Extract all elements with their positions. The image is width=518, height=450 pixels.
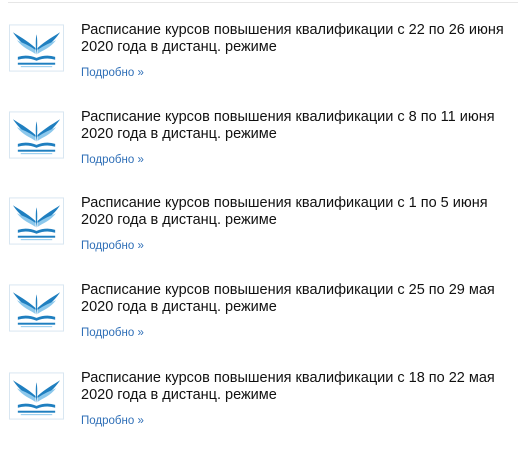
- news-title[interactable]: Расписание курсов повышения квалификации…: [81, 370, 515, 404]
- institute-logo-icon: [9, 284, 64, 332]
- news-title[interactable]: Расписание курсов повышения квалификации…: [81, 109, 515, 143]
- institute-logo-icon: [9, 372, 64, 420]
- news-item: Расписание курсов повышения квалификации…: [0, 282, 518, 362]
- details-link[interactable]: Подробно »: [81, 66, 144, 80]
- institute-logo-icon: [9, 111, 64, 159]
- news-title[interactable]: Расписание курсов повышения квалификации…: [81, 282, 515, 316]
- institute-logo-icon: [9, 197, 64, 245]
- news-item: Расписание курсов повышения квалификации…: [0, 22, 518, 102]
- institute-logo-icon: [9, 24, 64, 72]
- details-link[interactable]: Подробно »: [81, 239, 144, 253]
- news-list: Расписание курсов повышения квалификации…: [0, 0, 518, 431]
- news-item: Расписание курсов повышения квалификации…: [0, 109, 518, 189]
- news-title[interactable]: Расписание курсов повышения квалификации…: [81, 195, 515, 229]
- details-link[interactable]: Подробно »: [81, 326, 144, 340]
- details-link[interactable]: Подробно »: [81, 153, 144, 167]
- details-link[interactable]: Подробно »: [81, 414, 144, 428]
- news-item: Расписание курсов повышения квалификации…: [0, 195, 518, 275]
- news-title[interactable]: Расписание курсов повышения квалификации…: [81, 22, 515, 56]
- news-item: Расписание курсов повышения квалификации…: [0, 370, 518, 450]
